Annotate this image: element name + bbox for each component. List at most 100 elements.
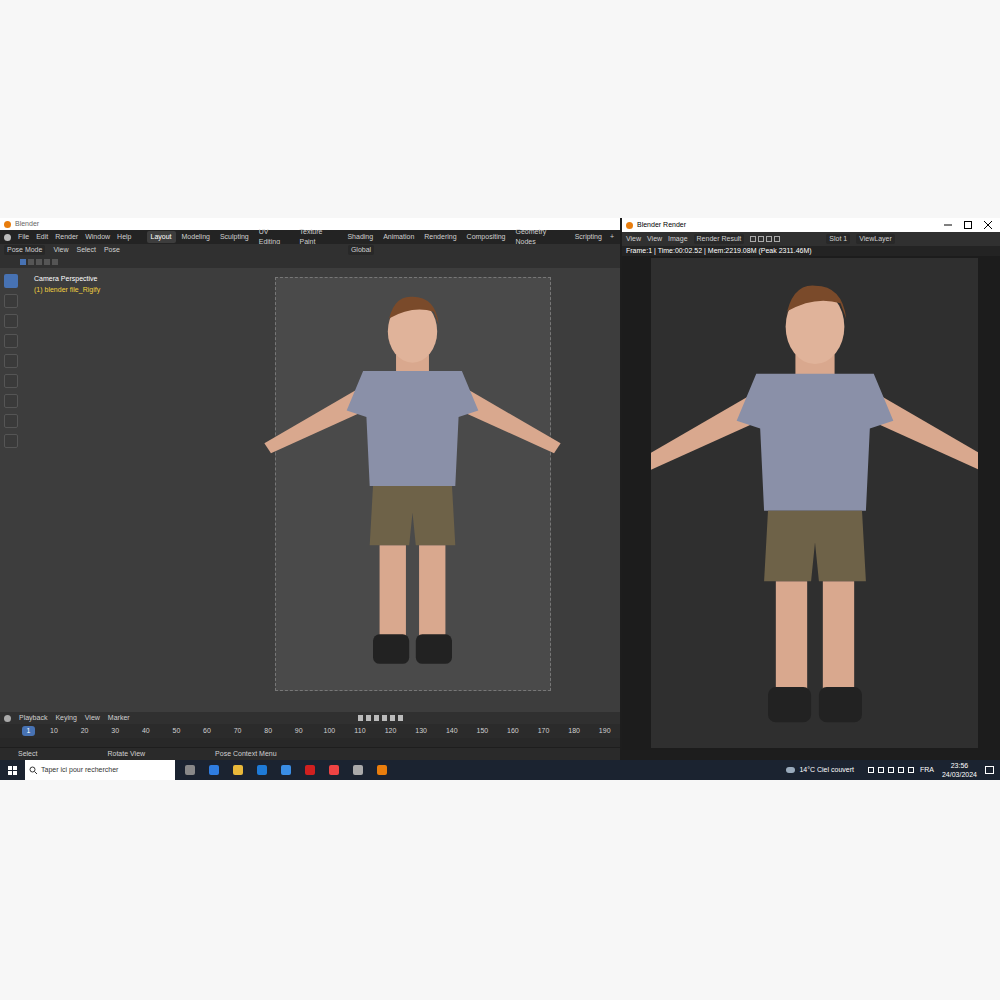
- image-action-icon[interactable]: [774, 236, 780, 242]
- render-menu[interactable]: View: [626, 234, 641, 245]
- app-icon[interactable]: [329, 765, 339, 775]
- tray-icon[interactable]: [878, 767, 884, 773]
- blender-logo-icon: [4, 221, 11, 228]
- tray-icon[interactable]: [868, 767, 874, 773]
- minimize-icon[interactable]: [944, 221, 952, 229]
- tool-icon[interactable]: [4, 434, 18, 448]
- tool-icon[interactable]: [4, 354, 18, 368]
- app-icon[interactable]: [233, 765, 243, 775]
- current-frame[interactable]: 1: [22, 726, 35, 737]
- header-menu[interactable]: Pose: [104, 245, 120, 256]
- tool-icon[interactable]: [4, 414, 18, 428]
- view-layer-dropdown[interactable]: ViewLayer: [856, 234, 895, 245]
- playback-icon[interactable]: [382, 715, 387, 721]
- app-icon[interactable]: [209, 765, 219, 775]
- tool-icon[interactable]: [4, 274, 18, 288]
- image-action-icon[interactable]: [750, 236, 756, 242]
- render-menu[interactable]: Image: [668, 234, 687, 245]
- playback-icon[interactable]: [358, 715, 363, 721]
- header-menu[interactable]: Select: [76, 245, 95, 256]
- tool-icon[interactable]: [4, 314, 18, 328]
- menu-item[interactable]: Window: [85, 232, 110, 243]
- tray-icon[interactable]: [898, 767, 904, 773]
- menu-item[interactable]: Help: [117, 232, 131, 243]
- search-box[interactable]: Taper ici pour rechercher: [25, 760, 175, 780]
- top-margin: [0, 0, 1000, 218]
- viewport[interactable]: Camera Perspective(1) blender file_Rigif…: [0, 268, 620, 712]
- frame-tick: 100: [314, 726, 345, 737]
- weather[interactable]: 14°C Ciel couvert: [799, 765, 854, 776]
- timeline-icon[interactable]: [4, 715, 11, 722]
- render-menu[interactable]: View: [647, 234, 662, 245]
- workspace-tab[interactable]: Scripting: [571, 231, 606, 244]
- orientation-dropdown[interactable]: Global: [348, 245, 374, 256]
- image-action-icon[interactable]: [758, 236, 764, 242]
- search-placeholder: Taper ici pour rechercher: [41, 765, 118, 776]
- tray-icons: [868, 767, 914, 773]
- app-icon[interactable]: [353, 765, 363, 775]
- playback-icon[interactable]: [374, 715, 379, 721]
- language[interactable]: FRA: [920, 765, 934, 776]
- tool-icon[interactable]: [4, 294, 18, 308]
- frame-tick: 150: [467, 726, 498, 737]
- playback-icon[interactable]: [390, 715, 395, 721]
- clock[interactable]: 23:5624/03/2024: [942, 761, 977, 779]
- camera-label: Camera Perspective: [34, 274, 100, 285]
- menu-item[interactable]: File: [18, 232, 29, 243]
- timeline-menu[interactable]: Keying: [55, 713, 76, 724]
- timeline-menu[interactable]: View: [85, 713, 100, 724]
- frame-tick: 70: [222, 726, 253, 737]
- viewport-info: Camera Perspective(1) blender file_Rigif…: [34, 274, 100, 295]
- render-toolbar: View View Image Render Result Slot 1 ViewLaye…: [622, 232, 1000, 246]
- app-icon[interactable]: [281, 765, 291, 775]
- tool-icon[interactable]: [4, 394, 18, 408]
- tool-icon[interactable]: [4, 334, 18, 348]
- windows-start-icon[interactable]: [8, 766, 17, 775]
- timeline-menu[interactable]: Playback: [19, 713, 47, 724]
- tool-row: [0, 256, 620, 268]
- workspace-tab[interactable]: Rendering: [420, 231, 460, 244]
- workspace-tab[interactable]: Layout: [147, 231, 176, 244]
- frame-tick: 50: [161, 726, 192, 737]
- frame-tick: 160: [498, 726, 529, 737]
- app-icon[interactable]: [185, 765, 195, 775]
- playback-icon[interactable]: [398, 715, 403, 721]
- close-icon[interactable]: [984, 221, 992, 229]
- character-model: [230, 282, 595, 677]
- playback-icon[interactable]: [366, 715, 371, 721]
- app-icon[interactable]: [377, 765, 387, 775]
- workspace-tab[interactable]: Shading: [343, 231, 377, 244]
- select-mode-icon[interactable]: [20, 259, 26, 265]
- menu-item[interactable]: Edit: [36, 232, 48, 243]
- timeline-menu[interactable]: Marker: [108, 713, 130, 724]
- workspace-tab[interactable]: Modeling: [178, 231, 214, 244]
- workspace-tab[interactable]: Sculpting: [216, 231, 253, 244]
- timeline-track[interactable]: [0, 738, 620, 748]
- blender-menu-icon[interactable]: [4, 234, 11, 241]
- window-controls: [944, 221, 1000, 229]
- playback-controls: [358, 715, 403, 721]
- tray-icon[interactable]: [888, 767, 894, 773]
- menu-item[interactable]: Render: [55, 232, 78, 243]
- frame-tick: 170: [528, 726, 559, 737]
- app-icon[interactable]: [305, 765, 315, 775]
- select-mode-icon[interactable]: [36, 259, 42, 265]
- mode-dropdown[interactable]: Pose Mode: [4, 245, 45, 256]
- slot-dropdown[interactable]: Slot 1: [826, 234, 850, 245]
- header-menu[interactable]: View: [53, 245, 68, 256]
- add-workspace-button[interactable]: +: [608, 232, 616, 243]
- select-mode-icon[interactable]: [28, 259, 34, 265]
- select-mode-icon[interactable]: [52, 259, 58, 265]
- window-title: Blender: [15, 219, 39, 230]
- workspace-tab[interactable]: Animation: [379, 231, 418, 244]
- image-dropdown[interactable]: Render Result: [694, 234, 745, 245]
- workspace-tab[interactable]: Compositing: [463, 231, 510, 244]
- frame-tick: 120: [375, 726, 406, 737]
- maximize-icon[interactable]: [964, 221, 972, 229]
- notification-icon[interactable]: [985, 766, 994, 774]
- tool-icon[interactable]: [4, 374, 18, 388]
- app-icon[interactable]: [257, 765, 267, 775]
- select-mode-icon[interactable]: [44, 259, 50, 265]
- image-action-icon[interactable]: [766, 236, 772, 242]
- tray-icon[interactable]: [908, 767, 914, 773]
